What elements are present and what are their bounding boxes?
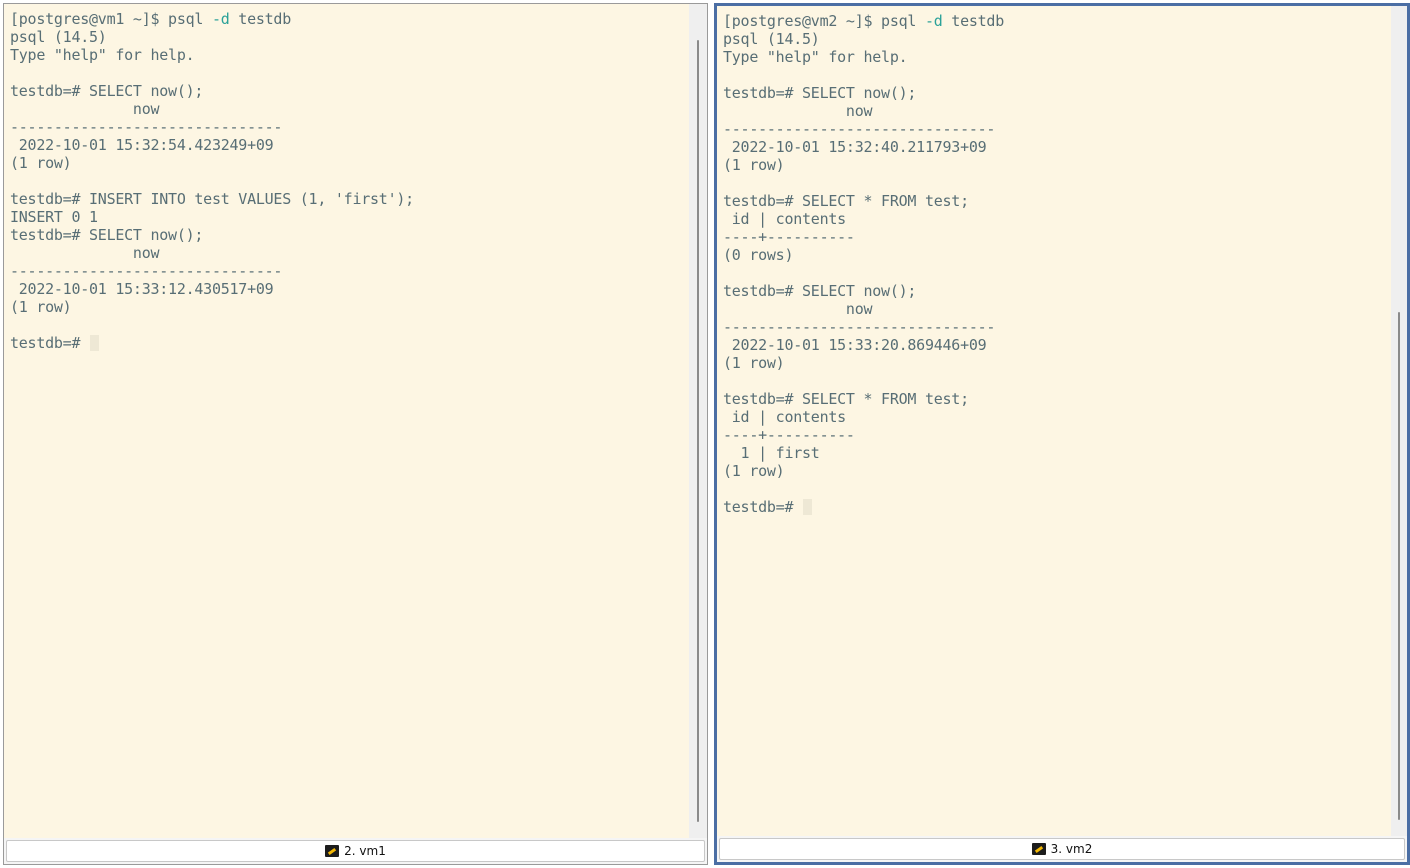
psql-option-flag: -d [211, 10, 230, 28]
shell-prompt-prefix: [postgres@vm2 ~]$ psql [723, 12, 925, 30]
scrollbar-thumb[interactable] [1398, 312, 1400, 820]
text-cursor [803, 499, 813, 515]
terminal-output: psql (14.5) Type "help" for help. testdb… [10, 28, 414, 352]
tab-bar: 2. vm1 [4, 838, 707, 864]
vertical-scrollbar[interactable] [689, 4, 707, 838]
terminal-pane-vm2[interactable]: [postgres@vm2 ~]$ psql -d testdb psql (1… [714, 3, 1410, 865]
wrench-icon [325, 845, 340, 857]
terminal-output-area[interactable]: [postgres@vm2 ~]$ psql -d testdb psql (1… [717, 6, 1391, 836]
tab-vm2[interactable]: 3. vm2 [719, 838, 1405, 860]
shell-prompt-suffix: testdb [229, 10, 291, 28]
wrench-icon [1031, 843, 1046, 855]
tab-bar: 3. vm2 [717, 836, 1407, 862]
scrollbar-thumb[interactable] [697, 40, 699, 822]
vertical-scrollbar[interactable] [1391, 6, 1407, 836]
shell-prompt-prefix: [postgres@vm1 ~]$ psql [10, 10, 212, 28]
tab-label: 3. vm2 [1050, 842, 1093, 856]
terminal-output: psql (14.5) Type "help" for help. testdb… [723, 30, 996, 516]
terminal-text: [postgres@vm1 ~]$ psql -d testdb psql (1… [4, 4, 689, 352]
tab-label: 2. vm1 [344, 844, 386, 858]
shell-prompt-suffix: testdb [942, 12, 1004, 30]
psql-option-flag: -d [924, 12, 943, 30]
text-cursor [90, 335, 100, 351]
terminal-output-area[interactable]: [postgres@vm1 ~]$ psql -d testdb psql (1… [4, 4, 689, 838]
terminal-pane-vm1[interactable]: [postgres@vm1 ~]$ psql -d testdb psql (1… [3, 3, 708, 865]
terminal-text: [postgres@vm2 ~]$ psql -d testdb psql (1… [717, 6, 1391, 516]
tab-vm1[interactable]: 2. vm1 [6, 840, 705, 862]
